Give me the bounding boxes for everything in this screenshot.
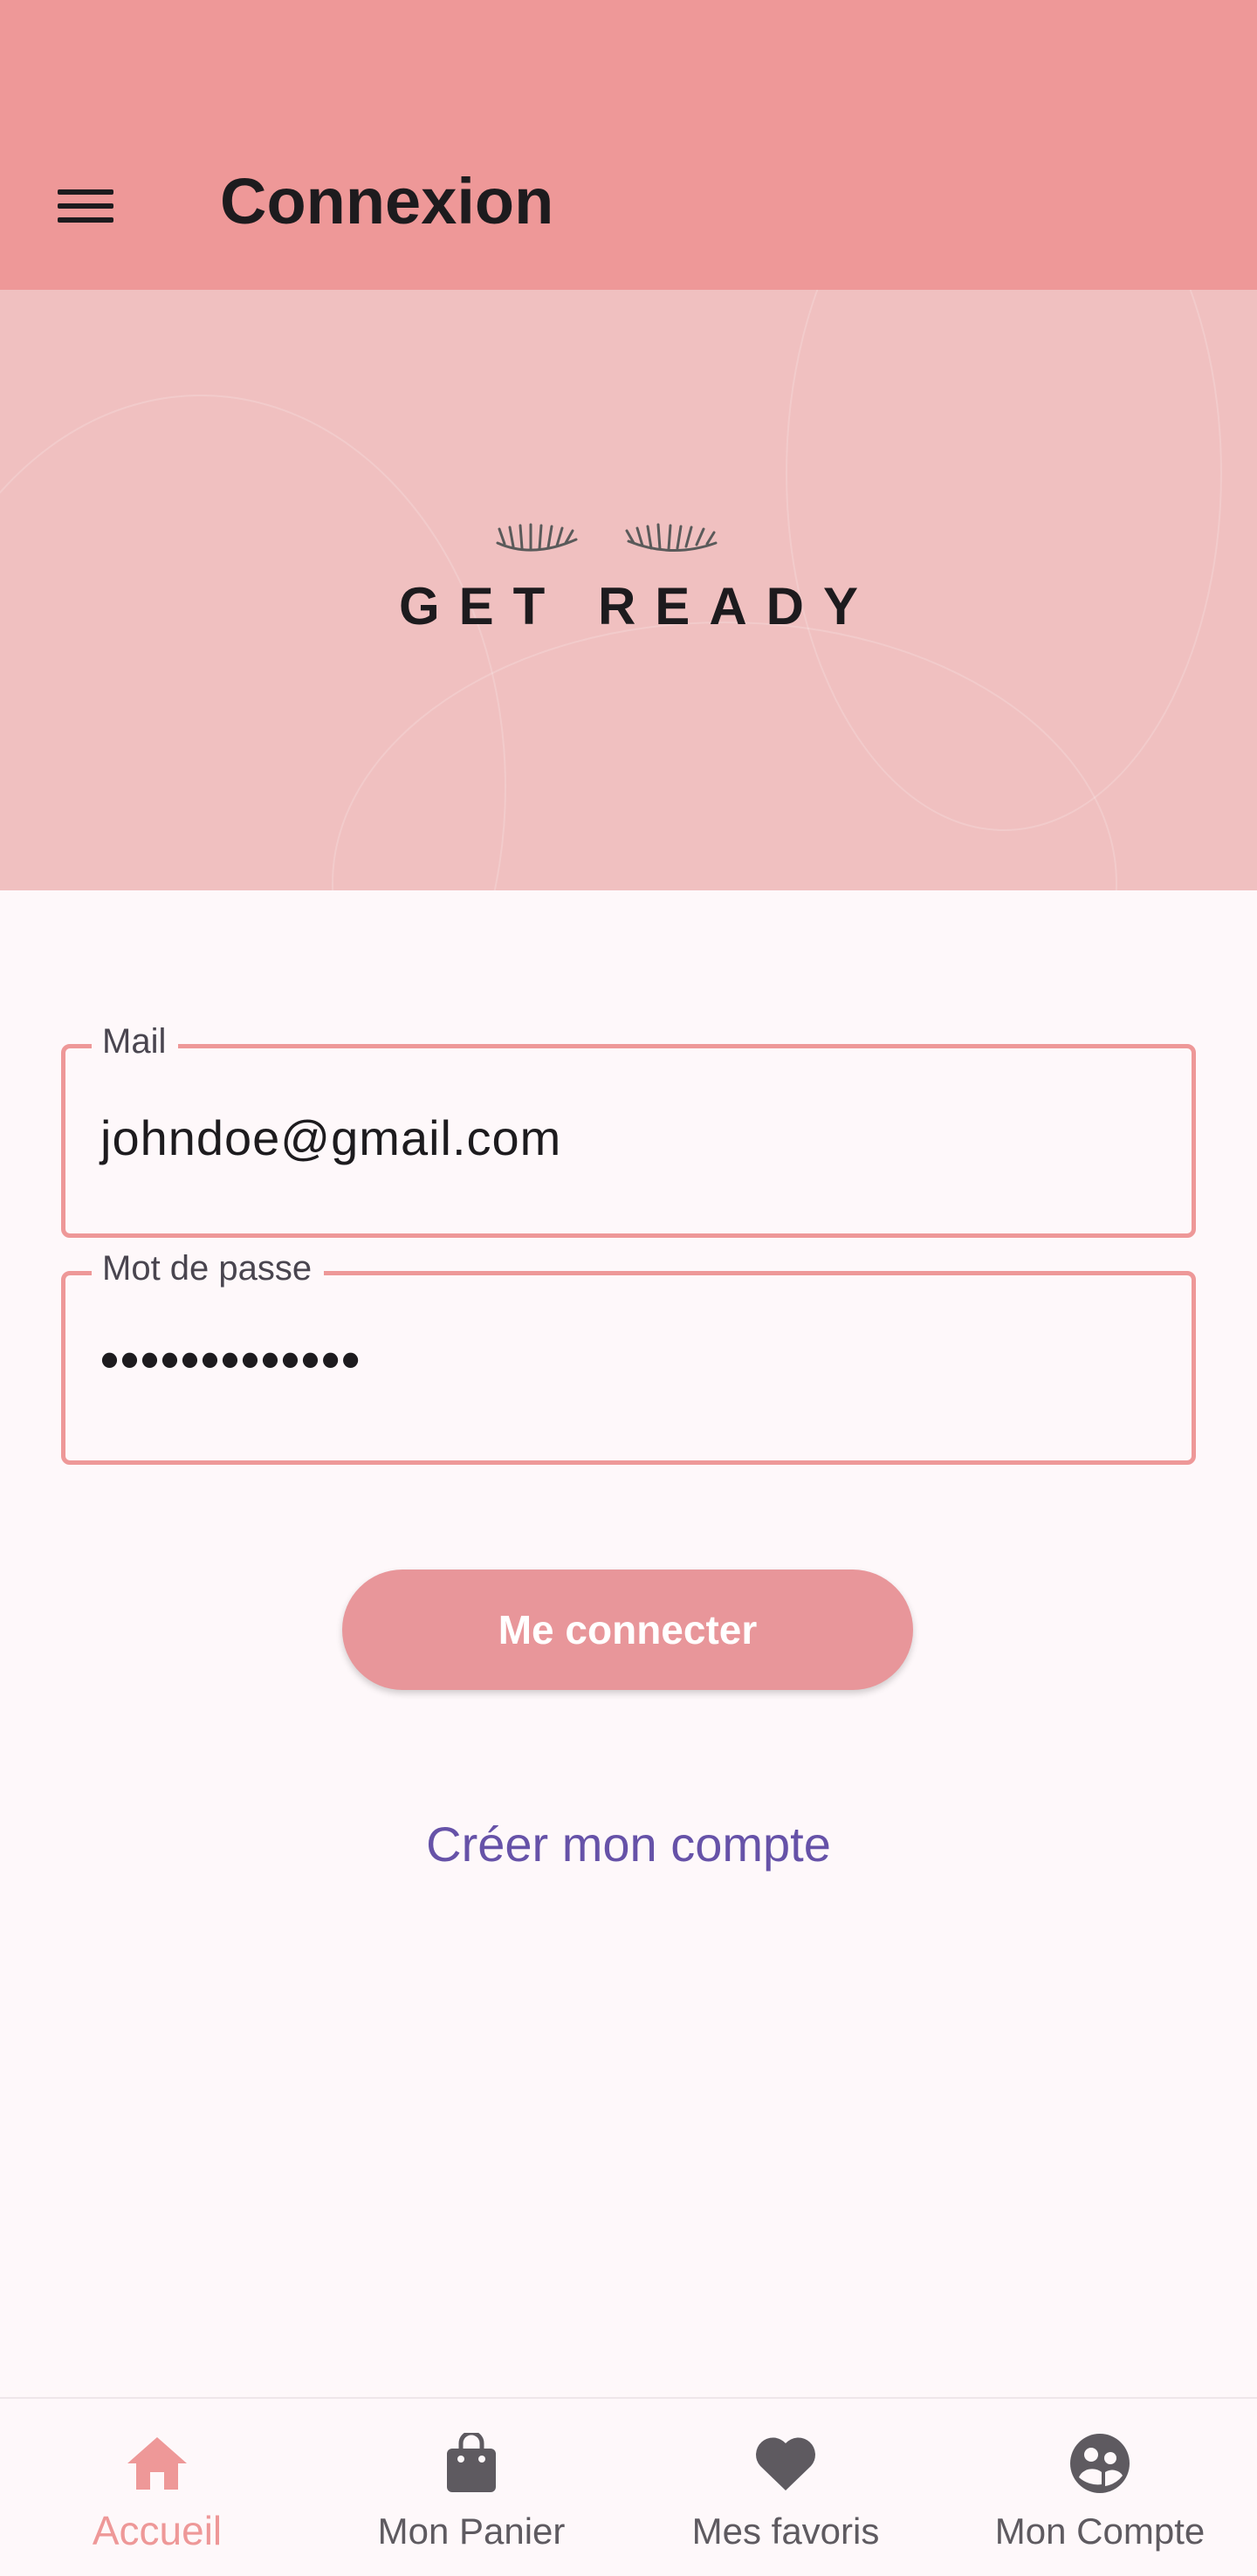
- app-bar: Connexion: [0, 0, 1257, 290]
- password-field[interactable]: Mot de passe •••••••••••••: [61, 1246, 1196, 1465]
- shopping-bag-icon: [436, 2428, 506, 2498]
- bottom-navigation: Accueil Mon Panier Mes favoris Mon Compt…: [0, 2397, 1257, 2576]
- nav-item-mes-favoris[interactable]: Mes favoris: [628, 2399, 943, 2576]
- create-account-link[interactable]: Créer mon compte: [0, 1816, 1257, 1872]
- password-input[interactable]: [65, 1275, 1192, 1460]
- brand-logo-text: GET READY: [398, 577, 878, 635]
- page-title: Connexion: [220, 165, 554, 237]
- nav-label-mes-favoris: Mes favoris: [691, 2511, 880, 2552]
- nav-item-accueil[interactable]: Accueil: [0, 2399, 314, 2576]
- hero-banner: GET READY: [0, 290, 1257, 890]
- nav-label-mon-panier: Mon Panier: [377, 2511, 566, 2552]
- eyelashes-icon: [496, 523, 718, 553]
- nav-item-mon-panier[interactable]: Mon Panier: [314, 2399, 628, 2576]
- nav-item-mon-compte[interactable]: Mon Compte: [943, 2399, 1257, 2576]
- nav-label-accueil: Accueil: [92, 2508, 223, 2553]
- email-input[interactable]: [65, 1048, 1192, 1233]
- heart-icon: [751, 2428, 821, 2498]
- email-field[interactable]: Mail johndoe@gmail.com: [61, 1019, 1196, 1238]
- account-group-icon: [1065, 2428, 1135, 2498]
- home-icon: [122, 2428, 192, 2498]
- login-button[interactable]: Me connecter: [342, 1570, 913, 1690]
- nav-label-mon-compte: Mon Compte: [994, 2511, 1205, 2552]
- hamburger-menu-icon[interactable]: [42, 171, 129, 241]
